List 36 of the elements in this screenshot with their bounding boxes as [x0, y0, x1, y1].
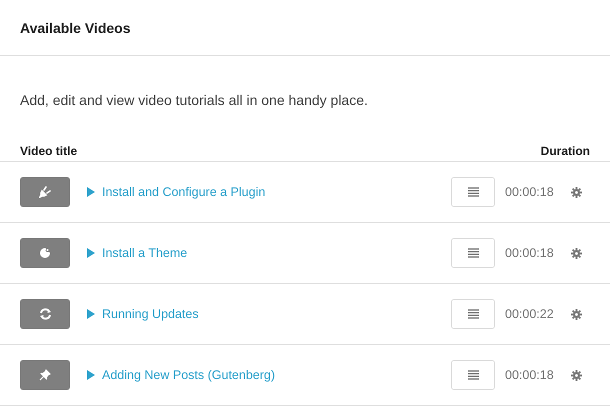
- transcript-button[interactable]: [451, 177, 495, 207]
- duration-text: 00:00:22: [505, 307, 555, 321]
- duration-text: 00:00:18: [505, 185, 555, 199]
- video-title-link[interactable]: Install a Theme: [102, 246, 451, 260]
- settings-icon[interactable]: [571, 370, 582, 380]
- pin-icon: [39, 369, 51, 381]
- video-thumbnail-button[interactable]: [20, 177, 70, 207]
- transcript-button[interactable]: [451, 360, 495, 390]
- video-title-link[interactable]: Running Updates: [102, 307, 451, 321]
- video-thumbnail-button[interactable]: [20, 238, 70, 268]
- column-header: Duration: [540, 144, 590, 160]
- panel-title: Available Videos: [20, 20, 130, 36]
- duration-text: 00:00:18: [505, 368, 555, 382]
- lines-icon: [468, 309, 478, 319]
- play-icon: [87, 248, 95, 258]
- palette-icon: [39, 247, 51, 259]
- lines-icon: [468, 248, 478, 258]
- video-thumbnail-button[interactable]: [20, 299, 70, 329]
- transcript-button[interactable]: [451, 299, 495, 329]
- settings-icon[interactable]: [571, 186, 582, 198]
- settings-icon[interactable]: [571, 248, 582, 258]
- play-icon: [87, 370, 95, 380]
- lines-icon: [468, 370, 478, 380]
- play-icon: [87, 309, 95, 319]
- duration-text: 00:00:18: [505, 246, 555, 260]
- plug-icon: [39, 186, 51, 198]
- video-thumbnail-button[interactable]: [20, 360, 70, 390]
- video-title-link[interactable]: Adding New Posts (Gutenberg): [102, 368, 451, 382]
- video-title-link[interactable]: Install and Configure a Plugin: [102, 185, 451, 199]
- settings-icon[interactable]: [571, 308, 582, 320]
- description-text: Add, edit and view video tutorials all in one handy place.: [20, 92, 369, 108]
- transcript-button[interactable]: [451, 238, 495, 268]
- column-header: Video title: [20, 144, 78, 160]
- refresh-icon: [38, 308, 52, 320]
- play-icon: [87, 187, 95, 197]
- lines-icon: [468, 187, 478, 197]
